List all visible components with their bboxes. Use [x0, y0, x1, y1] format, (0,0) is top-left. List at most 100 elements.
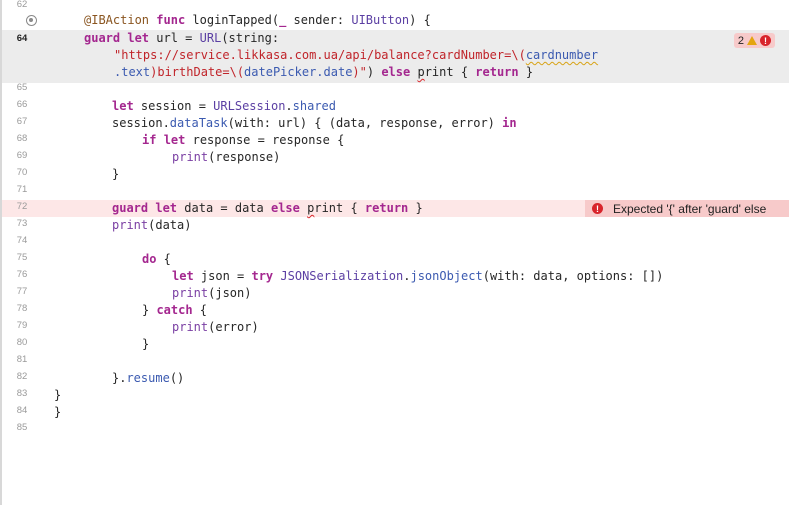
- type-token: URLSession: [213, 99, 286, 113]
- code-token: (response): [208, 150, 281, 164]
- keyword-token: else: [381, 65, 411, 79]
- code-text: let session = URLSession.shared: [112, 98, 336, 115]
- line-number[interactable]: 83: [4, 388, 40, 399]
- line-number[interactable]: 69: [4, 150, 40, 161]
- code-text-wrap: .text)birthDate=\(datePicker.date)") els…: [114, 64, 533, 81]
- issue-count-badge[interactable]: 2 !: [733, 33, 775, 48]
- member-token: jsonObject: [410, 269, 483, 283]
- code-line-65[interactable]: 65: [2, 81, 789, 98]
- keyword-token: catch: [156, 303, 193, 317]
- code-line-63[interactable]: @IBAction func loginTapped(_ sender: UIB…: [2, 12, 789, 29]
- line-number[interactable]: 62: [4, 0, 40, 10]
- line-number[interactable]: 76: [4, 269, 40, 280]
- line-number[interactable]: 65: [4, 82, 40, 93]
- member-token: datePicker: [244, 65, 317, 79]
- string-token: "https://service.likkasa.com.ua/api/bala…: [114, 48, 526, 62]
- keyword-token: func: [156, 13, 186, 27]
- string-token: )": [352, 65, 367, 79]
- code-text: do {: [142, 251, 171, 268]
- code-line-77[interactable]: 77 print(json): [2, 285, 789, 302]
- code-text: print(error): [172, 319, 259, 336]
- line-number[interactable]: 64: [4, 33, 40, 44]
- code-token: (string:: [221, 31, 280, 45]
- code-token: }: [142, 303, 157, 317]
- error-circle-icon: !: [760, 35, 771, 46]
- code-line-75[interactable]: 75 do {: [2, 251, 789, 268]
- attribute-token: @IBAction: [84, 13, 150, 27]
- code-line-82[interactable]: 82 }.resume(): [2, 370, 789, 387]
- code-line-80[interactable]: 80 }: [2, 336, 789, 353]
- code-line-69[interactable]: 69 print(response): [2, 149, 789, 166]
- inline-error-message[interactable]: ! Expected '{' after 'guard' else: [585, 200, 789, 217]
- code-text-wrap: "https://service.likkasa.com.ua/api/bala…: [114, 47, 598, 64]
- function-token: print: [172, 286, 209, 300]
- code-line-81[interactable]: 81: [2, 353, 789, 370]
- code-line-83[interactable]: 83 }: [2, 387, 789, 404]
- line-number[interactable]: 71: [4, 184, 40, 195]
- error-circle-icon: !: [592, 203, 603, 214]
- member-token: resume: [126, 371, 170, 385]
- line-number[interactable]: 73: [4, 218, 40, 229]
- code-token: {: [156, 252, 171, 266]
- line-number[interactable]: 74: [4, 235, 40, 246]
- code-text: }: [112, 167, 120, 181]
- code-line-66[interactable]: 66 let session = URLSession.shared: [2, 98, 789, 115]
- line-number[interactable]: 70: [4, 167, 40, 178]
- line-number[interactable]: 79: [4, 320, 40, 331]
- line-number[interactable]: 67: [4, 116, 40, 127]
- code-token: sender:: [286, 13, 352, 27]
- code-line-84[interactable]: 84 }: [2, 404, 789, 421]
- line-number[interactable]: 82: [4, 371, 40, 382]
- code-line-74[interactable]: 74: [2, 234, 789, 251]
- code-line-85[interactable]: 85: [2, 421, 789, 438]
- code-line-70[interactable]: 70 }: [2, 166, 789, 183]
- line-number[interactable]: 85: [4, 422, 40, 433]
- code-token: }.: [112, 371, 127, 385]
- code-line-78[interactable]: 78 } catch {: [2, 302, 789, 319]
- code-line-73[interactable]: 73 print(data): [2, 217, 789, 234]
- code-line-64[interactable]: 64 guard let url = URL(string: "https://…: [2, 30, 789, 83]
- warning-token: cardnumber: [525, 48, 599, 62]
- line-number[interactable]: 68: [4, 133, 40, 144]
- code-line-79[interactable]: 79 print(error): [2, 319, 789, 336]
- code-token: }: [408, 201, 423, 215]
- member-token: shared: [292, 99, 337, 113]
- code-token: }: [518, 65, 534, 79]
- code-token: (with: url) { (data, response, error): [227, 116, 503, 130]
- line-number[interactable]: 75: [4, 252, 40, 263]
- code-token: rint {: [424, 65, 476, 79]
- code-token: session =: [133, 99, 214, 113]
- code-token: (data): [148, 218, 192, 232]
- line-number[interactable]: 84: [4, 405, 40, 416]
- code-token: ): [366, 65, 382, 79]
- keyword-token: else: [270, 201, 300, 215]
- line-number[interactable]: 78: [4, 303, 40, 314]
- code-text: }: [54, 388, 62, 402]
- line-number[interactable]: 72: [4, 201, 40, 212]
- code-token: data = data: [177, 201, 271, 215]
- keyword-token: let: [163, 133, 186, 147]
- code-text: print(data): [112, 217, 191, 234]
- code-token: response = response {: [185, 133, 345, 147]
- code-token: .: [285, 99, 293, 113]
- line-number[interactable]: 80: [4, 337, 40, 348]
- warning-triangle-icon: [747, 36, 757, 45]
- keyword-token: let: [112, 99, 134, 113]
- code-line-68[interactable]: 68 if let response = response {: [2, 132, 789, 149]
- member-token: dataTask: [169, 116, 228, 130]
- code-text: if let response = response {: [142, 132, 344, 149]
- line-number[interactable]: 81: [4, 354, 40, 365]
- code-text: guard let data = data else print { retur…: [112, 200, 423, 217]
- code-line-76[interactable]: 76 let json = try JSONSerialization.json…: [2, 268, 789, 285]
- code-text: print(response): [172, 149, 280, 166]
- function-token: print: [112, 218, 149, 232]
- line-number[interactable]: 66: [4, 99, 40, 110]
- line-number[interactable]: 77: [4, 286, 40, 297]
- keyword-token: let: [155, 201, 178, 215]
- code-text: @IBAction func loginTapped(_ sender: UIB…: [84, 12, 431, 29]
- keyword-token: in: [502, 116, 517, 130]
- code-line-67[interactable]: 67 session.dataTask(with: url) { (data, …: [2, 115, 789, 132]
- code-line-71[interactable]: 71: [2, 183, 789, 200]
- type-token: URL: [199, 31, 222, 45]
